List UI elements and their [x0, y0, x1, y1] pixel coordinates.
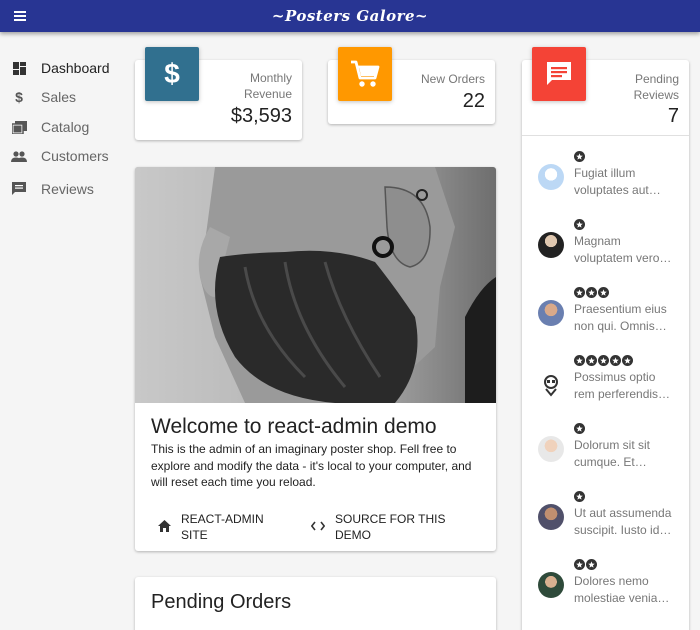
- rating-stars: [574, 355, 633, 367]
- rating-stars: [574, 151, 585, 163]
- reviews-value: 7: [667, 105, 679, 127]
- pending-orders-card: Pending Orders: [135, 577, 496, 630]
- review-item[interactable]: Dolorum sit sit cumque. Et…: [522, 423, 689, 491]
- review-item[interactable]: Dolores nemo molestiae venia…: [522, 559, 689, 627]
- sidebar-item-reviews[interactable]: Reviews: [0, 177, 125, 201]
- rating-stars: [574, 559, 597, 571]
- reviews-label: Pending Reviews: [633, 72, 679, 102]
- dashboard-icon: [11, 60, 27, 76]
- shopping-cart-icon: [351, 60, 380, 87]
- sidebar-item-dashboard[interactable]: Dashboard: [0, 56, 125, 80]
- home-icon: [157, 519, 171, 533]
- source-for-demo-button[interactable]: Source for this demo: [311, 511, 461, 543]
- avatar: [538, 232, 564, 258]
- dollar-icon: $: [164, 58, 180, 89]
- sidebar-item-catalog[interactable]: Catalog: [0, 115, 125, 139]
- rating-stars: [574, 423, 585, 435]
- review-text: Ut aut assumenda suscipit. Iusto id…: [574, 506, 672, 537]
- review-item[interactable]: Praesentium eius non qui. Omnis…: [522, 287, 689, 355]
- orders-icon-tile: [338, 47, 392, 101]
- review-item[interactable]: Fugiat illum voluptates aut…: [522, 151, 689, 219]
- pending-orders-title: Pending Orders: [151, 591, 292, 613]
- app-title: ~Posters Galore~: [271, 7, 429, 25]
- star-icon: [574, 491, 585, 502]
- welcome-body: This is the admin of an imaginary poster…: [151, 442, 472, 489]
- welcome-image: [135, 167, 496, 403]
- avatar: [538, 164, 564, 190]
- star-icon: [574, 219, 585, 230]
- star-icon: [610, 355, 621, 366]
- sidebar-item-sales[interactable]: $ Sales: [0, 85, 125, 109]
- revenue-icon-tile: $: [145, 47, 199, 101]
- review-text: Praesentium eius non qui. Omnis…: [574, 302, 667, 333]
- review-text: Possimus optio rem perferendis…: [574, 370, 671, 401]
- dollar-icon: $: [15, 89, 23, 105]
- review-item[interactable]: Ut aut assumenda suscipit. Iusto id…: [522, 491, 689, 559]
- people-icon: [11, 148, 27, 164]
- review-item[interactable]: Possimus optio rem perferendis…: [522, 355, 689, 423]
- sidebar-item-label: Catalog: [41, 119, 90, 135]
- avatar: [538, 371, 564, 397]
- avatar: [538, 436, 564, 462]
- avatar: [538, 300, 564, 326]
- review-text: Magnam voluptatem vero…: [574, 234, 672, 265]
- sidebar-item-label: Dashboard: [41, 60, 110, 76]
- revenue-value: $3,593: [230, 105, 292, 127]
- star-icon: [574, 151, 585, 162]
- source-for-demo-label: Source for this demo: [335, 512, 446, 542]
- review-text: Fugiat illum voluptates aut…: [574, 166, 661, 197]
- comment-icon: [547, 62, 571, 85]
- review-item[interactable]: Magnam voluptatem vero…: [522, 219, 689, 287]
- comment-icon: [11, 181, 27, 197]
- react-admin-site-label: React-admin site: [181, 512, 264, 542]
- code-icon: [311, 519, 325, 533]
- orders-value: 22: [462, 90, 485, 112]
- star-icon: [574, 355, 585, 366]
- welcome-title: Welcome to react-admin demo: [151, 415, 437, 438]
- rating-stars: [574, 287, 609, 299]
- orders-label: New Orders: [420, 72, 485, 86]
- reviews-icon-tile: [532, 47, 586, 101]
- star-icon: [586, 355, 597, 366]
- sidebar-item-label: Customers: [41, 148, 109, 164]
- pending-reviews-card: Pending Reviews 7 Fugiat illum voluptates…: [522, 47, 689, 630]
- star-icon: [574, 559, 585, 570]
- star-icon: [598, 287, 609, 298]
- welcome-card: Welcome to react-admin demo This is the …: [135, 167, 496, 551]
- revenue-label: Monthly Revenue: [243, 71, 292, 101]
- sidebar-item-customers[interactable]: Customers: [0, 144, 125, 168]
- star-icon: [586, 559, 597, 570]
- sidebar-item-label: Sales: [41, 89, 77, 105]
- avatar: [538, 572, 564, 598]
- monthly-revenue-card: $ Monthly Revenue $3,593: [135, 47, 302, 140]
- review-text: Dolores nemo molestiae venia…: [574, 574, 670, 605]
- collections-icon: [11, 119, 27, 135]
- react-admin-site-button[interactable]: React-admin site: [157, 511, 277, 543]
- app-bar: ~Posters Galore~: [0, 0, 700, 32]
- rating-stars: [574, 491, 585, 503]
- sidebar-item-label: Reviews: [41, 181, 94, 197]
- star-icon: [586, 287, 597, 298]
- avatar: [538, 504, 564, 530]
- new-orders-card: New Orders 22: [328, 47, 495, 124]
- star-icon: [574, 287, 585, 298]
- star-icon: [574, 423, 585, 434]
- rating-stars: [574, 219, 585, 231]
- review-text: Dolorum sit sit cumque. Et…: [574, 438, 651, 469]
- star-icon: [622, 355, 633, 366]
- star-icon: [598, 355, 609, 366]
- divider: [522, 135, 689, 136]
